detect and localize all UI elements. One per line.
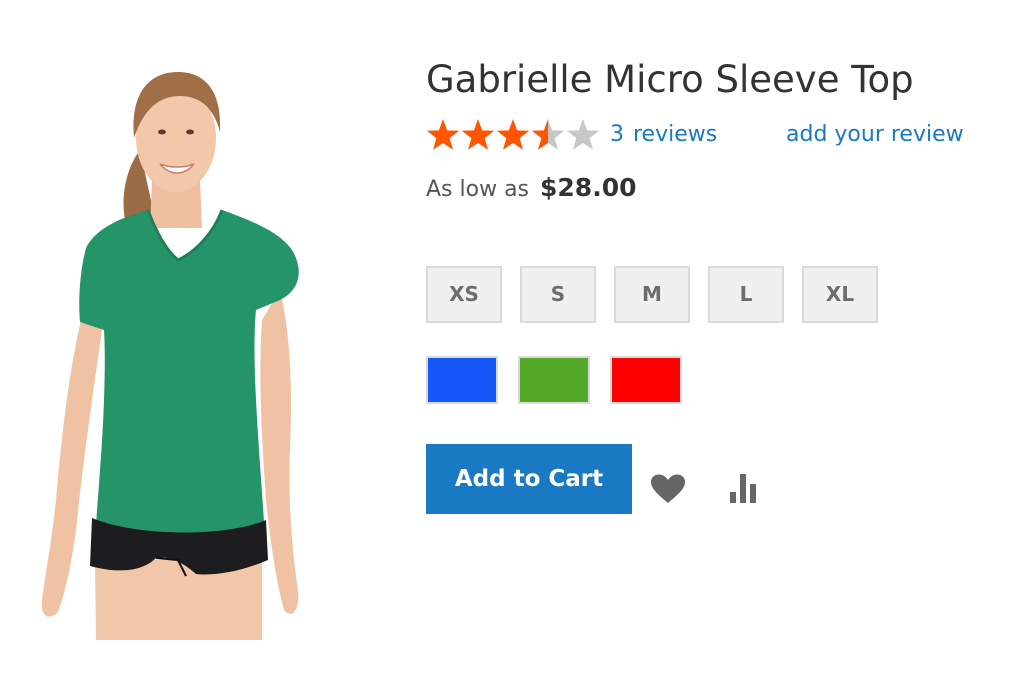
size-option-xs[interactable]: XS [426,266,502,323]
product-actions: Add to Cart [426,444,826,514]
rating-star-3 [496,119,530,150]
rating-star-5 [566,119,600,150]
color-option-blue[interactable] [426,356,498,404]
product-title: Gabrielle Micro Sleeve Top [426,58,914,101]
rating-row: 3 reviews add your review [426,116,1006,156]
rating-star-2 [461,119,495,150]
bar-chart-icon[interactable] [726,472,762,504]
rating-star-1 [426,119,460,150]
reviews-word: reviews [633,122,718,147]
size-option-m[interactable]: M [614,266,690,323]
color-option-red[interactable] [610,356,682,404]
reviews-link[interactable]: 3 reviews [610,118,717,152]
heart-icon[interactable] [650,474,686,504]
size-option-s[interactable]: S [520,266,596,323]
size-option-xl[interactable]: XL [802,266,878,323]
product-image[interactable] [0,0,400,674]
price-amount: $28.00 [540,173,637,202]
add-to-cart-button[interactable]: Add to Cart [426,444,632,514]
review-count: 3 [610,122,624,147]
add-review-link[interactable]: add your review [786,118,964,152]
rating-star-4 [531,119,565,150]
product-info: Gabrielle Micro Sleeve Top 3 reviews add … [426,54,1006,514]
product-page: Gabrielle Micro Sleeve Top 3 reviews add … [0,0,1020,674]
color-option-green[interactable] [518,356,590,404]
size-option-l[interactable]: L [708,266,784,323]
rating-stars [426,119,600,150]
price-row: As low as $28.00 [426,170,1006,206]
price-label: As low as [426,177,530,202]
